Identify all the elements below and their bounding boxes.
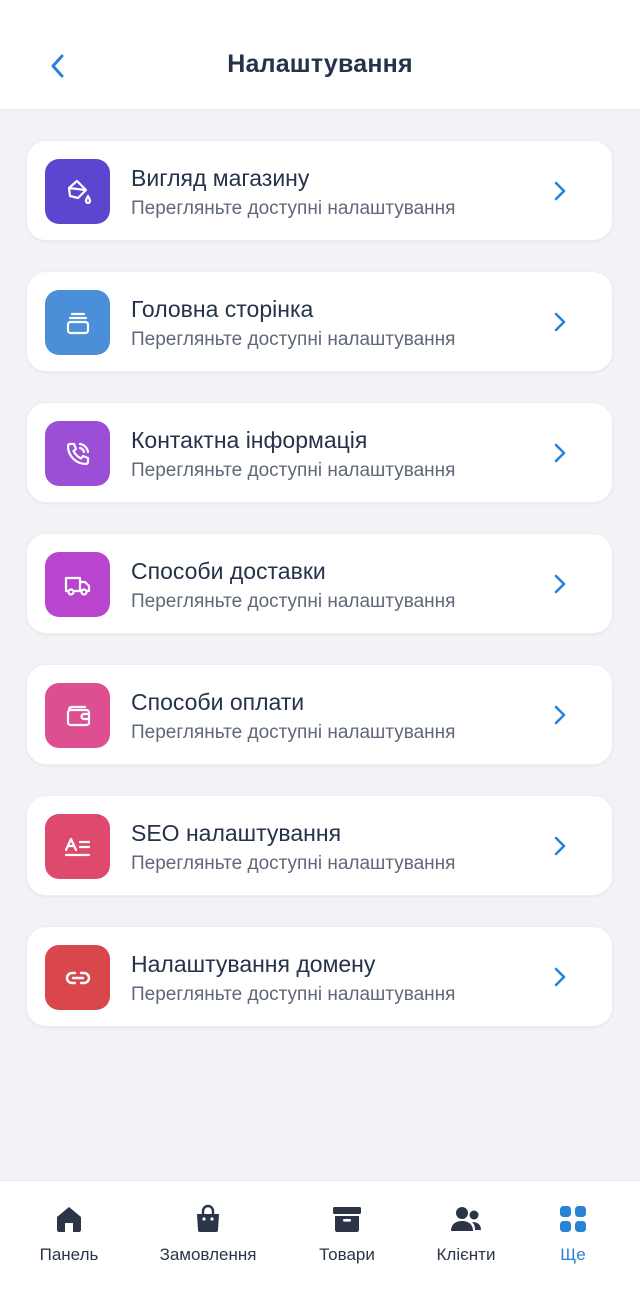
settings-item-store-appearance[interactable]: Вигляд магазину Перегляньте доступні нал… xyxy=(26,140,613,241)
tab-label: Ще xyxy=(560,1245,586,1264)
tab-label: Замовлення xyxy=(159,1245,257,1264)
chevron-right-icon xyxy=(548,834,572,858)
settings-item-title: SEO налаштування xyxy=(131,820,342,846)
settings-item-subtitle: Перегляньте доступні налаштування xyxy=(131,591,456,612)
settings-item-title: Способи оплати xyxy=(131,689,305,715)
settings-item-subtitle: Перегляньте доступні налаштування xyxy=(131,853,456,874)
grid-icon xyxy=(513,1203,633,1235)
stack-icon xyxy=(45,290,110,355)
settings-item-subtitle: Перегляньте доступні налаштування xyxy=(131,722,456,743)
tab-products[interactable]: Товари xyxy=(287,1203,407,1265)
settings-item-home-page[interactable]: Головна сторінка Перегляньте доступні на… xyxy=(26,271,613,372)
link-icon xyxy=(45,945,110,1010)
settings-item-subtitle: Перегляньте доступні налаштування xyxy=(131,198,456,219)
shopping-bag-icon xyxy=(148,1203,268,1235)
tab-label: Товари xyxy=(319,1245,375,1264)
chevron-right-icon xyxy=(548,572,572,596)
settings-item-subtitle: Перегляньте доступні налаштування xyxy=(131,329,456,350)
text-format-icon xyxy=(45,814,110,879)
archive-box-icon xyxy=(287,1203,407,1235)
settings-item-contact-info[interactable]: Контактна інформація Перегляньте доступн… xyxy=(26,402,613,503)
settings-item-domain[interactable]: Налаштування домену Перегляньте доступні… xyxy=(26,926,613,1027)
chevron-right-icon xyxy=(548,179,572,203)
settings-item-title: Контактна інформація xyxy=(131,427,368,453)
tab-label: Панель xyxy=(39,1245,99,1264)
chevron-right-icon xyxy=(548,965,572,989)
settings-item-delivery[interactable]: Способи доставки Перегляньте доступні на… xyxy=(26,533,613,634)
settings-item-seo[interactable]: SEO налаштування Перегляньте доступні на… xyxy=(26,795,613,896)
home-icon xyxy=(9,1203,129,1235)
tab-label: Клієнти xyxy=(436,1245,496,1264)
paint-bucket-icon xyxy=(45,159,110,224)
tab-more[interactable]: Ще xyxy=(513,1203,633,1265)
settings-list: Вигляд магазину Перегляньте доступні нал… xyxy=(26,140,613,1057)
users-icon xyxy=(406,1203,526,1235)
truck-icon xyxy=(45,552,110,617)
bottom-tab-bar: Панель Замовлення Товари Клієнти Ще xyxy=(0,1180,640,1314)
tab-dashboard[interactable]: Панель xyxy=(9,1203,129,1265)
page-title: Налаштування xyxy=(227,50,413,78)
settings-item-title: Вигляд магазину xyxy=(131,165,310,191)
settings-item-title: Налаштування домену xyxy=(131,951,376,977)
settings-item-subtitle: Перегляньте доступні налаштування xyxy=(131,460,456,481)
settings-item-subtitle: Перегляньте доступні налаштування xyxy=(131,984,456,1005)
settings-item-title: Головна сторінка xyxy=(131,296,314,322)
wallet-icon xyxy=(45,683,110,748)
chevron-right-icon xyxy=(548,310,572,334)
settings-item-title: Способи доставки xyxy=(131,558,326,584)
settings-item-payment[interactable]: Способи оплати Перегляньте доступні нала… xyxy=(26,664,613,765)
header: Налаштування xyxy=(0,0,640,110)
tab-clients[interactable]: Клієнти xyxy=(406,1203,526,1265)
tab-orders[interactable]: Замовлення xyxy=(148,1203,268,1265)
chevron-right-icon xyxy=(548,441,572,465)
chevron-right-icon xyxy=(548,703,572,727)
phone-icon xyxy=(45,421,110,486)
